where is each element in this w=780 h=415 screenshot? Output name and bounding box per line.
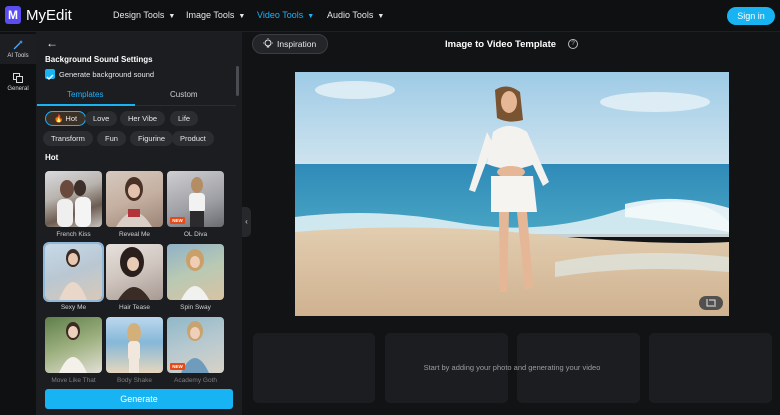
nav-image-tools[interactable]: Image Tools ▼ <box>186 10 245 20</box>
template-thumbnail-move-like-that[interactable] <box>45 317 102 373</box>
nav-design-tools[interactable]: Design Tools ▼ <box>113 10 175 20</box>
template-label: Body Shake <box>116 377 153 384</box>
tab-custom[interactable]: Custom <box>170 90 198 99</box>
chevron-down-icon: ▼ <box>377 13 385 20</box>
chip-fun[interactable]: Fun <box>97 131 126 146</box>
sign-in-button[interactable]: Sign in <box>727 7 775 25</box>
portrait-image <box>59 249 87 300</box>
chip-love[interactable]: Love <box>85 111 118 126</box>
new-badge: NEW <box>170 363 185 370</box>
lightbulb-icon <box>263 38 273 48</box>
rail-item-ai-tools[interactable]: AI Tools <box>0 34 36 64</box>
chevron-down-icon: ▼ <box>168 13 176 20</box>
rail-item-label: General <box>7 86 29 92</box>
chip-transform[interactable]: Transform <box>43 131 93 146</box>
help-question-icon[interactable]: ? <box>568 39 578 49</box>
brand-name[interactable]: MyEdit <box>26 7 72 24</box>
inspiration-label: Inspiration <box>277 39 317 49</box>
template-thumbnail-ol-diva[interactable]: NEW <box>167 171 224 227</box>
preview-image <box>295 72 729 316</box>
portrait-image <box>118 247 150 300</box>
left-rail: AI Tools General <box>0 32 36 415</box>
collapse-panel-chevron-icon[interactable]: ‹ <box>242 207 251 237</box>
generate-button[interactable]: Generate <box>45 389 233 409</box>
rail-item-general[interactable]: General <box>0 69 36 97</box>
portrait-image <box>181 249 209 300</box>
page-title: Image to Video Template <box>445 39 557 50</box>
couple-image <box>57 180 91 227</box>
template-label: Sexy Me <box>60 304 87 311</box>
empty-state-text: Start by adding your photo and generatin… <box>423 363 601 372</box>
chip-product[interactable]: Product <box>172 131 214 146</box>
layers-icon <box>13 73 23 83</box>
panel-title: Background Sound Settings <box>45 55 153 64</box>
top-bar: M MyEdit Design Tools ▼ Image Tools ▼ Vide… <box>0 0 780 32</box>
generate-sound-label: Generate background sound <box>59 70 155 79</box>
rail-item-label: AI Tools <box>7 53 29 59</box>
back-arrow-icon[interactable]: ← <box>46 36 58 50</box>
template-thumbnail-sexy-me[interactable] <box>43 242 104 302</box>
magic-wand-icon <box>13 40 23 50</box>
chevron-down-icon: ▼ <box>238 13 246 20</box>
template-label: Academy Goth <box>174 377 217 384</box>
chevron-down-icon: ▼ <box>307 13 315 20</box>
chip-hot[interactable]: 🔥 Hot <box>45 111 87 126</box>
section-title: Hot <box>45 153 59 162</box>
template-thumbnail-hair-tease[interactable] <box>106 244 163 300</box>
template-thumbnail-french-kiss[interactable] <box>45 171 102 227</box>
inspiration-button[interactable]: Inspiration <box>252 34 328 54</box>
active-tab-indicator <box>37 104 135 106</box>
portrait-image <box>116 177 152 227</box>
video-slot <box>649 333 772 403</box>
template-label: French Kiss <box>56 231 91 238</box>
nav-video-tools[interactable]: Video Tools ▼ <box>257 10 314 20</box>
template-label: Reveal Me <box>118 231 151 238</box>
chip-her-vibe[interactable]: Her Vibe <box>120 111 166 126</box>
template-label: Hair Tease <box>119 304 150 311</box>
crop-icon[interactable] <box>699 296 723 310</box>
template-thumbnail-reveal-me[interactable] <box>106 171 163 227</box>
chip-life[interactable]: Life <box>170 111 199 126</box>
video-slot <box>253 333 375 403</box>
new-badge: NEW <box>170 217 185 224</box>
nav-audio-tools[interactable]: Audio Tools ▼ <box>327 10 384 20</box>
template-thumbnail-spin-sway[interactable] <box>167 244 224 300</box>
template-label: Move Like That <box>51 377 96 384</box>
panel-tabs: Templates Custom <box>36 84 236 106</box>
template-thumbnail-academy-goth[interactable]: NEW <box>167 317 224 373</box>
generate-sound-checkbox[interactable] <box>45 69 55 80</box>
myedit-logo-icon[interactable]: M <box>5 6 21 24</box>
chip-figurine[interactable]: Figurine <box>130 131 174 146</box>
portrait-image <box>127 323 141 373</box>
beach-woman-image <box>295 72 729 316</box>
portrait-image <box>59 322 87 373</box>
template-label: OL Diva <box>183 231 208 238</box>
panel-scrollbar[interactable] <box>236 66 239 96</box>
template-panel: ← Background Sound Settings Generate bac… <box>36 32 242 415</box>
tab-templates[interactable]: Templates <box>67 90 103 99</box>
template-thumbnail-body-shake[interactable] <box>106 317 163 373</box>
template-label: Spin Sway <box>180 304 211 311</box>
checkmark-icon <box>46 74 54 80</box>
